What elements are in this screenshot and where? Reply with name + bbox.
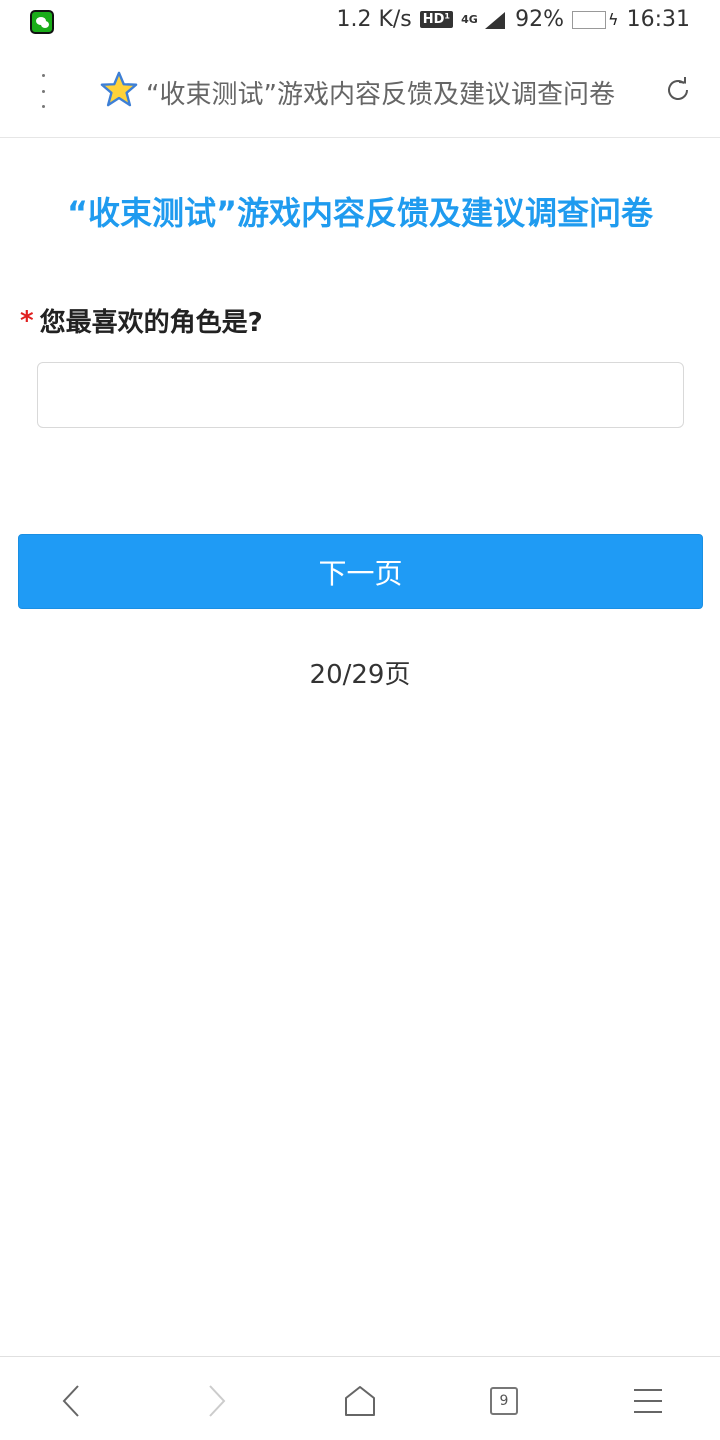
required-mark: * [20, 305, 34, 336]
browser-bottom-nav: 9 [0, 1356, 720, 1440]
back-arrow-icon [62, 1385, 79, 1417]
more-menu-icon[interactable] [30, 74, 56, 108]
signal-icon [485, 11, 506, 29]
hd-voice-badge: HD¹ [419, 11, 454, 28]
survey-title: “收束测试”游戏内容反馈及建议调查问卷 [66, 194, 654, 232]
home-icon [345, 1386, 375, 1416]
tabs-button[interactable]: 9 [484, 1381, 524, 1421]
question-label: * 您最喜欢的角色是? [20, 302, 263, 339]
back-button[interactable] [52, 1381, 92, 1421]
clock: 16:31 [626, 7, 690, 32]
forward-button[interactable] [196, 1381, 236, 1421]
answer-input[interactable] [37, 362, 684, 428]
battery-percent: 92% [515, 7, 565, 32]
question-text: 您最喜欢的角色是? [39, 308, 263, 338]
refresh-icon[interactable] [664, 76, 692, 104]
page-tab-title: “收束测试”游戏内容反馈及建议调查问卷 [146, 80, 615, 110]
menu-button[interactable] [628, 1381, 668, 1421]
network-type-badge: 4G [461, 12, 478, 26]
network-speed: 1.2 K/s [336, 7, 412, 32]
wechat-notification-icon [30, 10, 54, 34]
status-indicators: 1.2 K/s HD¹ 4G 92% ϟ 16:31 [336, 7, 690, 32]
browser-top-bar: “收束测试”游戏内容反馈及建议调查问卷 [0, 44, 720, 138]
home-button[interactable] [340, 1381, 380, 1421]
hamburger-menu-icon [634, 1389, 662, 1413]
status-bar: 1.2 K/s HD¹ 4G 92% ϟ 16:31 [0, 0, 720, 44]
charging-icon: ϟ [608, 10, 619, 29]
page-indicator: 20/29页 [309, 660, 411, 690]
next-page-button[interactable]: 下一页 [18, 534, 703, 609]
tab-count-icon: 9 [490, 1387, 518, 1415]
forward-arrow-icon [209, 1385, 226, 1417]
favorite-star-icon[interactable] [100, 70, 138, 108]
battery-icon: ϟ [572, 10, 619, 29]
